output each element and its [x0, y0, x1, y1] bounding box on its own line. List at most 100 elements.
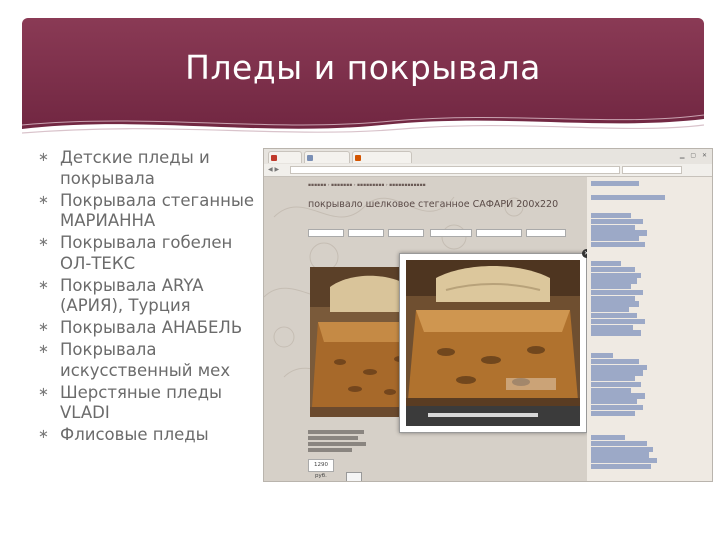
bullet-star-icon: ∗ — [38, 427, 49, 442]
sidebar-link[interactable] — [591, 458, 657, 464]
bullet-star-icon: ∗ — [38, 342, 49, 357]
option-select[interactable] — [476, 229, 522, 237]
site-favicon-icon — [307, 155, 313, 161]
bullet-item: ∗ Покрывала АНАБЕЛЬ — [36, 318, 258, 339]
slide-header: Пледы и покрывала — [22, 18, 704, 139]
bullet-item: ∗ Флисовые пледы — [36, 425, 258, 446]
sidebar-link[interactable] — [591, 353, 613, 359]
bullet-item: ∗ Покрывала стеганные МАРИАННА — [36, 191, 258, 232]
sidebar-link[interactable] — [591, 236, 639, 242]
sidebar-link[interactable] — [591, 218, 643, 224]
bullet-item: ∗ Шерстяные пледы VLADI — [36, 383, 258, 424]
product-title: покрывало шелковое стеганное САФАРИ 200х… — [308, 199, 559, 210]
browser-tab[interactable] — [304, 151, 350, 163]
browser-address-bar: ◀ ▶ — [264, 164, 712, 177]
sidebar-link[interactable] — [591, 195, 665, 201]
sidebar-link[interactable] — [591, 318, 645, 324]
back-forward-icon[interactable]: ◀ ▶ — [268, 166, 279, 173]
sidebar-link[interactable] — [591, 330, 641, 336]
sidebar-link[interactable] — [591, 393, 645, 399]
option-select[interactable] — [430, 229, 472, 237]
sidebar-link[interactable] — [591, 435, 625, 441]
bullet-star-icon: ∗ — [38, 384, 49, 400]
bullet-text: Покрывала гобелен ОЛ-ТЕКС — [60, 233, 233, 273]
sidebar-link[interactable] — [591, 364, 647, 370]
bullet-text: Покрывала АНАБЕЛЬ — [60, 318, 243, 337]
bullet-star-icon: ∗ — [38, 150, 49, 165]
lightbox-caption — [406, 406, 580, 426]
sidebar-link-block[interactable] — [591, 181, 651, 187]
sidebar-link[interactable] — [591, 313, 637, 319]
browser-search-input[interactable] — [622, 166, 682, 174]
sidebar-link[interactable] — [591, 376, 635, 382]
sidebar-link[interactable] — [591, 230, 647, 236]
sidebar-link[interactable] — [591, 307, 629, 313]
option-select[interactable] — [308, 229, 344, 237]
sidebar-link[interactable] — [591, 387, 631, 393]
sidebar-link[interactable] — [591, 463, 651, 470]
sidebar-link[interactable] — [591, 224, 635, 230]
bullet-star-icon: ∗ — [38, 320, 49, 335]
browser-tab-bar: ▁ ▢ ✕ — [264, 149, 712, 165]
sidebar-category-list — [591, 261, 661, 336]
sidebar-link[interactable] — [591, 399, 637, 405]
bullet-text: Покрывала искусственный мех — [60, 340, 231, 380]
bullet-text: Детские пледы и покрывала — [60, 148, 210, 188]
site-favicon-icon — [355, 155, 361, 161]
sidebar-link-block[interactable] — [591, 195, 669, 201]
site-sidebar — [587, 177, 712, 481]
bullet-text: Покрывала ARYA (АРИЯ), Турция — [60, 275, 204, 316]
bullet-star-icon: ∗ — [38, 277, 49, 293]
info-line — [308, 436, 358, 440]
url-input[interactable] — [290, 166, 620, 174]
option-select[interactable] — [348, 229, 384, 237]
browser-tab[interactable] — [268, 151, 302, 163]
browser-tab[interactable] — [352, 151, 412, 163]
sidebar-link[interactable] — [591, 272, 641, 278]
bullet-item: ∗ Покрывала гобелен ОЛ-ТЕКС — [36, 233, 258, 274]
slide-title: Пледы и покрывала — [185, 48, 541, 87]
info-line — [308, 430, 364, 434]
bullet-text: Покрывала стеганные МАРИАННА — [60, 190, 255, 231]
sidebar-link[interactable] — [591, 405, 643, 411]
bullet-list: ∗ Детские пледы и покрывала ∗ Покрывала ст… — [36, 148, 258, 447]
image-lightbox: ✕ — [399, 249, 591, 433]
option-select[interactable] — [388, 229, 424, 237]
sidebar-link[interactable] — [591, 452, 649, 458]
caption-text-line — [428, 412, 538, 417]
sidebar-link[interactable] — [591, 381, 641, 388]
bullet-item: ∗ Покрывала искусственный мех — [36, 340, 258, 381]
bullet-star-icon: ∗ — [38, 192, 49, 208]
sidebar-link[interactable] — [591, 324, 633, 330]
bullet-item: ∗ Покрывала ARYA (АРИЯ), Турция — [36, 276, 258, 317]
sidebar-link[interactable] — [591, 358, 639, 364]
sidebar-link[interactable] — [591, 261, 621, 267]
sidebar-category-list — [591, 353, 661, 417]
sidebar-link[interactable] — [591, 181, 639, 187]
sidebar-link[interactable] — [591, 440, 647, 446]
sidebar-link[interactable] — [591, 370, 643, 376]
sidebar-link[interactable] — [591, 213, 631, 219]
buy-button[interactable] — [346, 472, 362, 481]
sidebar-link[interactable] — [591, 295, 635, 301]
sidebar-link[interactable] — [591, 241, 645, 248]
sidebar-category-list — [591, 435, 666, 470]
bullet-text: Флисовые пледы — [60, 425, 209, 444]
bullet-item: ∗ Детские пледы и покрывала — [36, 148, 258, 189]
breadcrumb[interactable]: ▪▪▪▪▪▪ › ▪▪▪▪▪▪▪ › ▪▪▪▪▪▪▪▪▪ › ▪▪▪▪▪▪▪▪▪… — [308, 183, 578, 188]
window-controls[interactable]: ▁ ▢ ✕ — [680, 152, 709, 159]
sidebar-link[interactable] — [591, 301, 639, 307]
lightbox-image — [406, 260, 580, 406]
site-favicon-icon — [271, 155, 277, 161]
sidebar-link[interactable] — [591, 289, 643, 296]
sidebar-link[interactable] — [591, 410, 635, 416]
sidebar-link[interactable] — [591, 278, 637, 284]
sidebar-link[interactable] — [591, 446, 653, 452]
info-line — [308, 442, 366, 446]
product-price: 1290 руб. — [308, 459, 334, 479]
bullet-text: Шерстяные пледы VLADI — [60, 382, 223, 423]
product-info-text — [308, 430, 366, 452]
option-select[interactable] — [526, 229, 566, 237]
sidebar-link[interactable] — [591, 266, 635, 272]
sidebar-link[interactable] — [591, 284, 631, 290]
